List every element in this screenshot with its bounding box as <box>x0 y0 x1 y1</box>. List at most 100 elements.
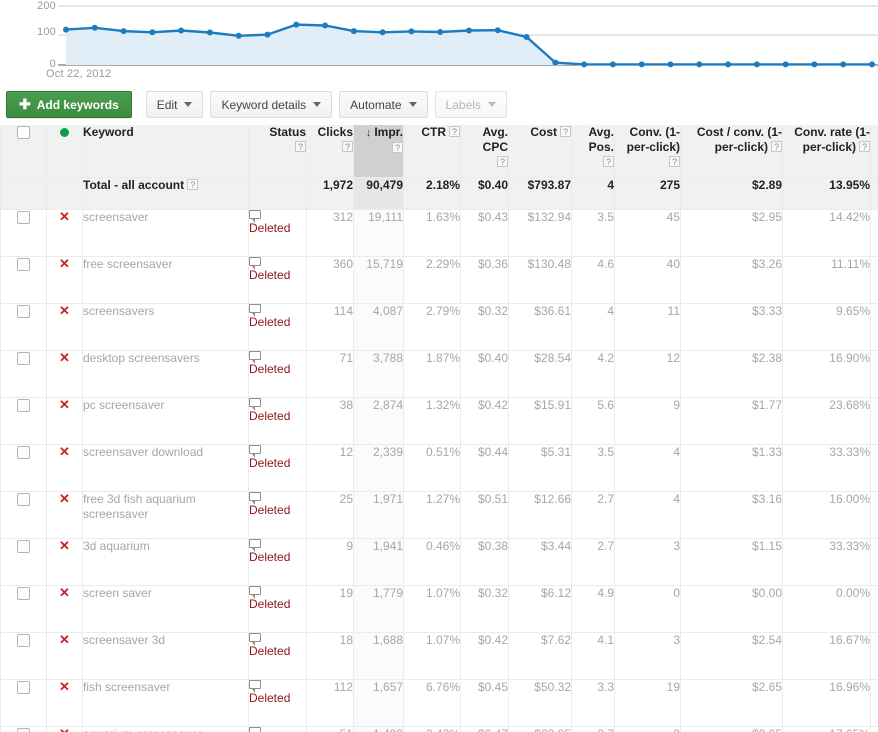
chart-point[interactable] <box>869 61 875 68</box>
row-keyword-cell[interactable]: free 3d fish aquarium screensaver <box>82 491 249 539</box>
row-keyword-cell[interactable]: fish screensaver <box>82 679 249 727</box>
chart-point[interactable] <box>149 29 156 36</box>
chart-point[interactable] <box>466 27 472 34</box>
row-remove-cell[interactable]: ✕ <box>46 491 83 539</box>
row-keyword-cell[interactable]: screensavers <box>82 303 249 351</box>
remove-x-icon[interactable]: ✕ <box>59 303 70 318</box>
row-select-cell[interactable] <box>0 538 47 586</box>
help-icon[interactable]: ? <box>603 156 614 167</box>
row-select-cell[interactable] <box>0 679 47 727</box>
chart-point[interactable] <box>782 61 789 68</box>
row-checkbox[interactable] <box>17 304 30 318</box>
row-checkbox[interactable] <box>17 257 30 271</box>
edit-dropdown-button[interactable]: Edit <box>145 91 204 118</box>
remove-x-icon[interactable]: ✕ <box>59 632 70 647</box>
column-header-conv[interactable]: Conv. (1-per-click) ? <box>614 125 681 178</box>
add-keywords-button[interactable]: ✚ Add keywords <box>6 91 132 118</box>
remove-x-icon[interactable]: ✕ <box>59 209 70 224</box>
row-checkbox[interactable] <box>17 210 30 224</box>
chart-point[interactable] <box>811 61 818 68</box>
table-row[interactable]: ✕ fish screensaver Deleted 112 1,657 6.76% $0.… <box>0 679 878 727</box>
chart-point[interactable] <box>178 27 185 34</box>
row-remove-cell[interactable]: ✕ <box>46 679 83 727</box>
column-header-clicks[interactable]: Clicks ? <box>306 125 354 178</box>
chart-point[interactable] <box>408 28 415 35</box>
remove-x-icon[interactable]: ✕ <box>59 679 70 694</box>
table-row[interactable]: ✕ free screensaver Deleted 360 15,719 2.29% $0… <box>0 256 878 304</box>
chart-point[interactable] <box>552 59 559 66</box>
table-row[interactable]: ✕ screensaver Deleted 312 19,111 1.63% $0.43 $1… <box>0 209 878 257</box>
column-header-ctr[interactable]: CTR? <box>403 125 461 178</box>
table-row[interactable]: ✕ screensaver download Deleted 12 2,339 0.51%… <box>0 444 878 492</box>
chart-point[interactable] <box>581 61 588 68</box>
chart-point[interactable] <box>322 22 329 29</box>
row-remove-cell[interactable]: ✕ <box>46 209 83 257</box>
column-header-conv-rate[interactable]: Conv. rate (1-per-click)? <box>782 125 871 178</box>
help-icon[interactable]: ? <box>392 141 403 153</box>
table-row[interactable]: ✕ desktop screensavers Deleted 71 3,788 1.87%… <box>0 350 878 398</box>
chart-point[interactable] <box>840 61 847 68</box>
help-icon[interactable]: ? <box>669 156 680 167</box>
row-checkbox[interactable] <box>17 586 30 600</box>
row-checkbox[interactable] <box>17 633 30 647</box>
help-icon[interactable]: ? <box>771 141 782 152</box>
column-header-cost-conv[interactable]: Cost / conv. (1-per-click)? <box>680 125 783 178</box>
row-checkbox[interactable] <box>17 351 30 365</box>
remove-x-icon[interactable]: ✕ <box>59 444 70 459</box>
chart-point[interactable] <box>725 61 732 68</box>
row-keyword-cell[interactable]: screensaver download <box>82 444 249 492</box>
chart-point[interactable] <box>523 34 530 40</box>
remove-x-icon[interactable]: ✕ <box>59 397 70 412</box>
labels-dropdown-button[interactable]: Labels <box>434 91 507 118</box>
row-checkbox[interactable] <box>17 727 30 732</box>
table-row[interactable]: ✕ free 3d fish aquarium screensaver Delete… <box>0 491 878 539</box>
chart-point[interactable] <box>379 29 386 36</box>
row-select-cell[interactable] <box>0 256 47 304</box>
table-row[interactable]: ✕ screensaver 3d Deleted 18 1,688 1.07% $0.42 $… <box>0 632 878 680</box>
chart-point[interactable] <box>753 61 760 68</box>
column-header-impr[interactable]: ↓ Impr. ? <box>353 125 404 178</box>
column-header-keyword[interactable]: Keyword <box>82 125 249 178</box>
chart-point[interactable] <box>264 31 271 38</box>
chart-point[interactable] <box>609 61 616 68</box>
chart-point[interactable] <box>494 27 501 34</box>
remove-x-icon[interactable]: ✕ <box>59 350 70 365</box>
row-remove-cell[interactable]: ✕ <box>46 632 83 680</box>
chart-point[interactable] <box>63 26 69 33</box>
chart-point[interactable] <box>206 29 213 36</box>
table-row[interactable]: ✕ screensavers Deleted 114 4,087 2.79% $0.32 $3… <box>0 303 878 351</box>
chart-point[interactable] <box>293 21 300 28</box>
chart-point[interactable] <box>667 61 674 68</box>
row-remove-cell[interactable]: ✕ <box>46 256 83 304</box>
help-icon[interactable]: ? <box>187 178 199 190</box>
row-keyword-cell[interactable]: desktop screensavers <box>82 350 249 398</box>
row-remove-cell[interactable]: ✕ <box>46 303 83 351</box>
help-icon[interactable]: ? <box>859 141 870 152</box>
row-remove-cell[interactable]: ✕ <box>46 726 83 732</box>
remove-x-icon[interactable]: ✕ <box>59 585 70 600</box>
row-keyword-cell[interactable]: 3d aquarium <box>82 538 249 586</box>
row-select-cell[interactable] <box>0 350 47 398</box>
chart-point[interactable] <box>696 61 703 68</box>
row-keyword-cell[interactable]: free screensaver <box>82 256 249 304</box>
row-checkbox[interactable] <box>17 539 30 553</box>
remove-x-icon[interactable]: ✕ <box>59 256 70 271</box>
table-row[interactable]: ✕ screen saver Deleted 19 1,779 1.07% $0.32 $6.… <box>0 585 878 633</box>
row-select-cell[interactable] <box>0 491 47 539</box>
row-checkbox[interactable] <box>17 680 30 694</box>
help-icon[interactable]: ? <box>342 141 353 152</box>
column-header-status[interactable]: Status ? <box>248 125 307 178</box>
row-select-cell[interactable] <box>0 209 47 257</box>
row-select-cell[interactable] <box>0 632 47 680</box>
row-checkbox[interactable] <box>17 492 30 506</box>
table-row[interactable]: ✕ pc screensaver Deleted 38 2,874 1.32% $0.42 $… <box>0 397 878 445</box>
row-remove-cell[interactable]: ✕ <box>46 538 83 586</box>
row-keyword-cell[interactable]: pc screensaver <box>82 397 249 445</box>
row-select-cell[interactable] <box>0 585 47 633</box>
column-header-avg-pos[interactable]: Avg. Pos. ? <box>571 125 615 178</box>
row-select-cell[interactable] <box>0 397 47 445</box>
column-header-cost[interactable]: Cost? <box>508 125 572 178</box>
help-icon[interactable]: ? <box>560 126 571 137</box>
row-checkbox[interactable] <box>17 398 30 412</box>
chart-point[interactable] <box>120 28 127 35</box>
